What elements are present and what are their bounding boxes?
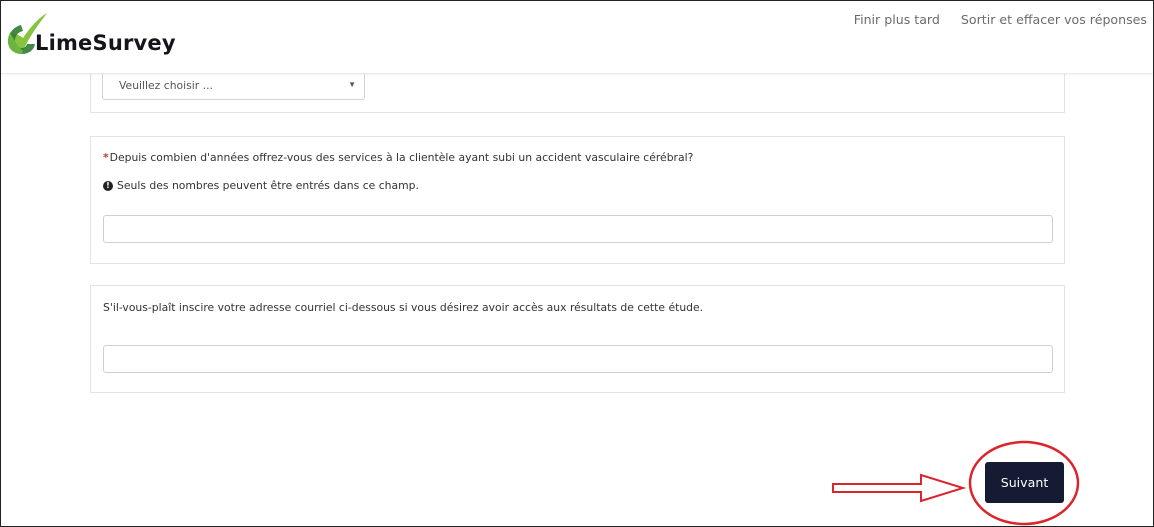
question-years-text: *Depuis combien d'années offrez-vous des… <box>103 151 693 164</box>
brand-name: LimeSurvey <box>35 31 176 55</box>
caret-down-icon: ▼ <box>348 80 356 89</box>
brand[interactable]: LimeSurvey <box>7 7 207 67</box>
question-years-help-text: Seuls des nombres peuvent être entrés da… <box>117 179 419 192</box>
question-years-panel: *Depuis combien d'années offrez-vous des… <box>90 136 1065 264</box>
exit-clear-link[interactable]: Sortir et effacer vos réponses <box>961 12 1147 27</box>
finish-later-link[interactable]: Finir plus tard <box>854 12 940 27</box>
years-input[interactable] <box>103 215 1053 243</box>
top-links: Finir plus tard Sortir et effacer vos ré… <box>854 12 1147 27</box>
question-email-text: S'il-vous-plaît inscire votre adresse co… <box>103 301 704 314</box>
annotation-arrow-icon <box>832 473 967 503</box>
choice-select[interactable]: Veuillez choisir ... ▼ <box>102 71 365 100</box>
top-navbar: LimeSurvey Finir plus tard Sortir et eff… <box>1 1 1153 74</box>
email-input[interactable] <box>103 345 1053 373</box>
question-years-help: ! Seuls des nombres peuvent être entrés … <box>103 179 419 192</box>
survey-window: LimeSurvey Finir plus tard Sortir et eff… <box>0 0 1154 527</box>
question-years-label: Depuis combien d'années offrez-vous des … <box>109 151 694 164</box>
select-placeholder: Veuillez choisir ... <box>119 79 213 92</box>
question-email-panel: S'il-vous-plaît inscire votre adresse co… <box>90 285 1065 393</box>
info-circle-icon: ! <box>103 180 113 191</box>
next-button[interactable]: Suivant <box>985 462 1064 503</box>
required-asterisk: * <box>103 151 109 164</box>
